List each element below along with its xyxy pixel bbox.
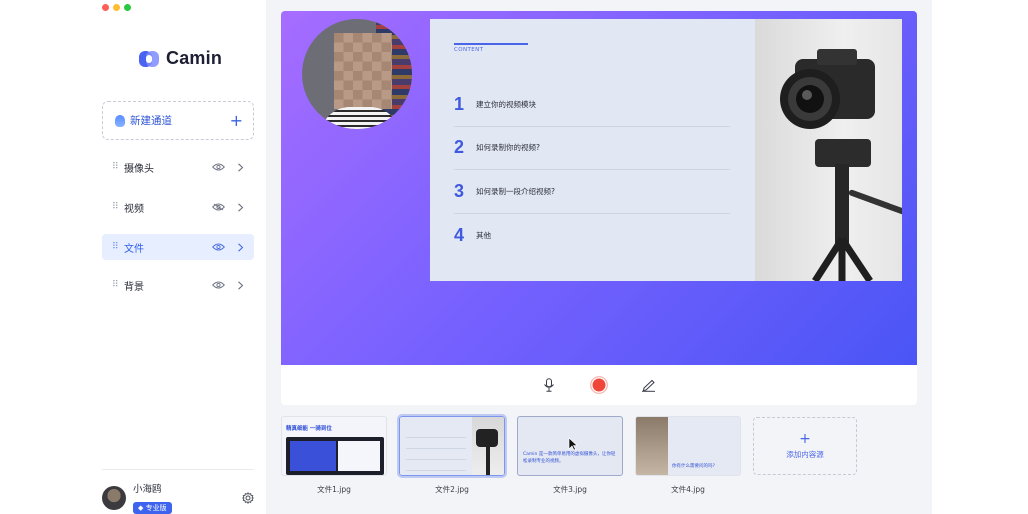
- drag-handle-icon[interactable]: ⠿: [112, 242, 120, 252]
- eye-icon[interactable]: [212, 163, 225, 171]
- close-window-button[interactable]: [102, 4, 109, 11]
- diamond-icon: ◆: [138, 504, 146, 512]
- plan-badge: ◆ 专业版: [133, 502, 172, 514]
- channel-icon: [115, 114, 125, 127]
- thumbnail-caption: 文件4.jpg: [671, 485, 705, 494]
- new-channel-label: 新建通道: [130, 115, 172, 127]
- slide-item-text: 建立你的视频模块: [476, 99, 536, 109]
- mini-photo: [636, 417, 668, 475]
- plus-icon: +: [799, 431, 811, 447]
- divider: [102, 469, 254, 470]
- slide-list: 1 建立你的视频模块 2 如何录制你的视频? 3 如何录制一段介绍视频? 4 其…: [454, 83, 731, 257]
- slide-list-item: 4 其他: [454, 214, 730, 258]
- thumbnail-item[interactable]: 精真细能 一骑到位 文件1.jpg: [281, 416, 387, 495]
- brand-logo: Camin: [138, 48, 222, 69]
- thumbnail-image[interactable]: [397, 414, 507, 478]
- slide-item-text: 如何录制一段介绍视频?: [476, 186, 555, 196]
- slide-item-number: 1: [454, 93, 465, 114]
- camera-photo: [755, 19, 902, 281]
- zoom-window-button[interactable]: [124, 4, 131, 11]
- thumbnail-caption: 文件1.jpg: [317, 485, 351, 494]
- sidebar-item-video[interactable]: ⠿ 视频: [102, 194, 254, 220]
- slide-item-number: 3: [454, 180, 465, 201]
- thumbnail-body-text: Camin 是一款简单易用的虚拟摄像头，让你轻松录制专业的视频。: [523, 452, 616, 464]
- new-channel-button[interactable]: 新建通道 +: [102, 101, 254, 140]
- thumbnail-item[interactable]: Camin 是一款简单易用的虚拟摄像头，让你轻松录制专业的视频。 文件3.jpg: [517, 416, 623, 495]
- chevron-right-icon[interactable]: [237, 162, 244, 172]
- sidebar-item-label: 摄像头: [124, 163, 154, 175]
- slide-list-item: 3 如何录制一段介绍视频?: [454, 170, 730, 214]
- thumbnail-body-text: 你有什么需要问的吗?: [672, 464, 715, 469]
- slide-item-text: 其他: [476, 230, 491, 240]
- thumbnail-image[interactable]: 你有什么需要问的吗?: [635, 416, 741, 476]
- sidebar-item-label: 视频: [124, 203, 144, 215]
- mouse-cursor-icon: [568, 437, 578, 451]
- slide-content: CONTENT 1 建立你的视频模块 2 如何录制你的视频? 3 如何录制一段介: [430, 19, 755, 281]
- user-info: 小海鸥 ◆ 专业版: [133, 481, 242, 514]
- slide-list-item: 2 如何录制你的视频?: [454, 127, 730, 170]
- thumbnail-caption: 文件2.jpg: [435, 485, 469, 494]
- app-window: Camin 新建通道 + ⠿ 摄像头 ⠿ 视频 ⠿ 文件 ⠿ 背景 小海鸥 ◆ …: [96, 0, 932, 514]
- microphone-button[interactable]: [540, 376, 558, 394]
- sidebar: Camin 新建通道 + ⠿ 摄像头 ⠿ 视频 ⠿ 文件 ⠿ 背景 小海鸥 ◆ …: [96, 0, 266, 514]
- avatar[interactable]: [102, 485, 126, 510]
- slide-item-number: 2: [454, 137, 465, 158]
- drag-handle-icon[interactable]: ⠿: [112, 202, 120, 212]
- eye-off-icon[interactable]: [212, 203, 225, 211]
- slide-list-item: 1 建立你的视频模块: [454, 83, 730, 127]
- control-bar: [281, 365, 917, 405]
- plus-icon: +: [229, 110, 243, 130]
- gear-icon[interactable]: [242, 491, 254, 504]
- add-content-label: 添加内容源: [786, 450, 824, 459]
- annotate-button[interactable]: [639, 376, 657, 394]
- microphone-icon: [544, 378, 554, 392]
- kicker-line: [454, 43, 528, 45]
- camera-illustration: [780, 49, 902, 281]
- chevron-right-icon[interactable]: [237, 280, 244, 290]
- eye-icon[interactable]: [212, 281, 225, 289]
- sidebar-item-background[interactable]: ⠿ 背景: [102, 272, 254, 298]
- drag-handle-icon[interactable]: ⠿: [112, 162, 120, 172]
- slide-kicker: CONTENT: [454, 47, 484, 53]
- mock-laptop: [286, 437, 384, 475]
- brand-name: Camin: [166, 48, 223, 68]
- user-profile[interactable]: 小海鸥 ◆ 专业版: [102, 481, 254, 514]
- source-thumbnails: 精真细能 一骑到位 文件1.jpg 文件2.jpg Camin 是一款简单易用的…: [281, 414, 901, 496]
- sidebar-item-label: 背景: [124, 281, 144, 293]
- sidebar-item-label: 文件: [124, 243, 144, 255]
- camin-logo-icon: [139, 50, 159, 67]
- slide-preview[interactable]: CONTENT 1 建立你的视频模块 2 如何录制你的视频? 3 如何录制一段介: [430, 19, 902, 281]
- sidebar-item-file[interactable]: ⠿ 文件: [102, 234, 254, 260]
- add-content-source-button[interactable]: + 添加内容源: [753, 417, 857, 475]
- thumbnail-image[interactable]: 精真细能 一骑到位: [281, 416, 387, 476]
- preview-stage[interactable]: CONTENT 1 建立你的视频模块 2 如何录制你的视频? 3 如何录制一段介: [281, 11, 917, 365]
- slide-item-text: 如何录制你的视频?: [476, 143, 540, 153]
- blurred-face: [334, 33, 392, 109]
- slide-item-number: 4: [454, 224, 465, 245]
- user-name: 小海鸥: [133, 484, 162, 495]
- chevron-right-icon[interactable]: [237, 202, 244, 212]
- thumbnail-caption: 文件3.jpg: [553, 485, 587, 494]
- eye-icon[interactable]: [212, 243, 225, 251]
- mini-slide-lines: [406, 427, 466, 471]
- main-area: CONTENT 1 建立你的视频模块 2 如何录制你的视频? 3 如何录制一段介: [266, 0, 932, 514]
- thumbnail-item-selected[interactable]: 文件2.jpg: [397, 414, 507, 495]
- record-icon: [590, 376, 608, 394]
- webcam-bubble[interactable]: [302, 19, 412, 129]
- minimize-window-button[interactable]: [113, 4, 120, 11]
- chevron-right-icon[interactable]: [237, 242, 244, 252]
- drag-handle-icon[interactable]: ⠿: [112, 280, 120, 290]
- pen-icon: [641, 379, 655, 392]
- mini-camera-photo: [472, 417, 504, 475]
- record-button[interactable]: [590, 376, 608, 394]
- plan-label: 专业版: [145, 504, 167, 512]
- sidebar-item-camera[interactable]: ⠿ 摄像头: [102, 154, 254, 180]
- thumbnail-title: 精真细能 一骑到位: [286, 426, 332, 432]
- window-controls: [102, 4, 131, 11]
- thumbnail-image[interactable]: Camin 是一款简单易用的虚拟摄像头，让你轻松录制专业的视频。: [517, 416, 623, 476]
- thumbnail-item[interactable]: 你有什么需要问的吗? 文件4.jpg: [635, 416, 741, 495]
